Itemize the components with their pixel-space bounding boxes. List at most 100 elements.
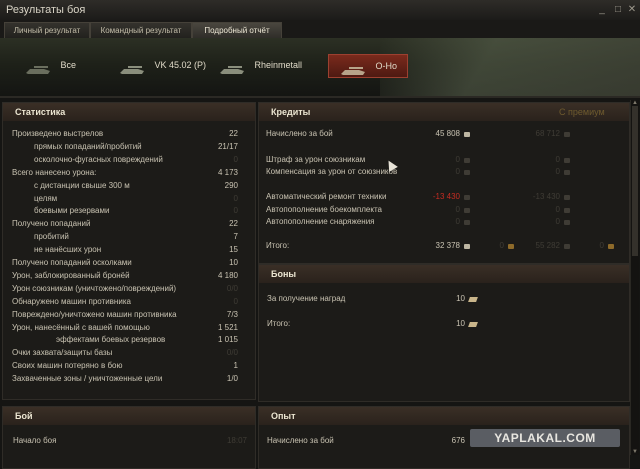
battle-title: Бой [3,407,255,425]
battle-panel: Бой Начало боя 18:07 [2,406,256,469]
premium-column-header: С премиум [559,107,605,117]
credit-total-value: 32 378 [435,241,460,250]
stat-value: 0 [233,193,238,203]
stat-value: 1 521 [217,322,238,332]
stat-value: 4 180 [217,270,238,280]
credits-icon [464,244,470,249]
credits-icon [464,208,470,213]
stat-label: эффектами боевых резервов [56,335,166,345]
credits-icon [464,158,470,163]
credits-title: Кредиты С премиум [259,103,629,121]
stat-row: Произведено выстрелов 22 [12,128,238,140]
stat-value: 0 [233,206,238,216]
stat-value: 21/17 [217,141,238,151]
stat-label: Урон, нанесённый с вашей помощью [12,322,150,332]
credits-icon [564,132,570,137]
watermark: YAPLAKAL.COM [470,429,620,447]
credit-label: Автопополнение боекомплекта [266,205,382,214]
stat-row: прямых попаданий/пробитий 21/17 [34,141,238,153]
bonds-title: Боны [259,265,629,283]
stat-value: 1 [233,361,238,371]
window-title: Результаты боя [6,4,86,16]
stat-row: Обнаружено машин противника 0 [12,296,238,308]
close-icon[interactable]: ✕ [626,4,638,15]
stat-label: пробитий [34,232,69,242]
credits-icon [564,170,570,175]
stat-label: Получено попаданий осколками [12,258,132,267]
stat-row: осколочно-фугасных повреждений 0 [34,154,238,166]
credits-icon [464,195,470,200]
credit-row: Начислено за бой 45 808 68 712 [266,128,626,140]
credits-icon [508,244,514,249]
credit-row: Штраф за урон союзникам 0 0 [266,154,626,166]
stat-row: Получено попаданий 22 [12,218,238,230]
tank-icon [24,61,52,74]
credit-value: 0 [455,217,460,226]
credit-label: Автопополнение снаряжения [266,217,375,226]
credit-total-gold: 0 [499,241,504,250]
stat-value: 1/0 [226,374,238,384]
stat-label: Повреждено/уничтожено машин противника [12,309,177,319]
tank-icon [118,61,146,74]
stat-row: Всего нанесено урона: 4 173 [12,167,238,179]
minimize-icon[interactable]: _ [596,4,608,15]
credit-premium-value: 68 712 [535,129,560,138]
stat-label: прямых попаданий/пробитий [34,141,142,151]
stat-value: 290 [224,180,238,190]
vehicle-tab-o-ho[interactable]: O-Ho [328,54,409,78]
experience-earned-row: Начислено за бой 676 ★ [267,435,477,447]
stat-value: 22 [229,219,238,229]
credit-row: Автопополнение снаряжения 0 0 [266,216,626,228]
credits-icon [564,158,570,163]
tab-personal-result[interactable]: Личный результат [4,22,90,38]
credits-icon [464,220,470,225]
stat-row: Получено попаданий осколками 10 [12,257,238,269]
stat-row: пробитий 7 [34,231,238,243]
credit-row: Компенсация за урон от союзников 0 0 [266,166,626,178]
stat-label: не нанёсших урон [34,245,102,255]
credits-icon [564,195,570,200]
stat-value: 0 [233,154,238,164]
credit-premium-value: 0 [555,155,560,164]
stat-row: Захваченные зоны / уничтоженные цели 1/0 [12,373,238,385]
credits-icon [464,170,470,175]
credit-total-premium-gold: 0 [599,241,604,250]
credit-total-row: Итого: 32 378 0 55 282 0 [266,240,626,252]
credits-icon [608,244,614,249]
stat-value: 0 [233,296,238,306]
vehicle-tab-vk4502p[interactable]: VK 45.02 (P) [118,54,206,76]
credits-icon [564,220,570,225]
experience-title: Опыт [259,407,629,425]
credit-label: Компенсация за урон от союзников [266,167,398,176]
stat-row: Своих машин потеряно в бою 1 [12,360,238,372]
stat-row: Урон союзникам (уничтожено/повреждений) 0… [12,283,238,295]
background-image [380,38,640,96]
stat-value: 4 173 [217,167,238,177]
scrollbar-thumb[interactable] [632,106,638,256]
scroll-down-icon[interactable]: ▼ [631,449,639,455]
stat-row: целям 0 [34,193,238,205]
credits-icon [564,208,570,213]
vehicle-tab-all[interactable]: Все [24,54,76,76]
credit-total-label: Итого: [266,241,290,250]
bonds-panel: Боны За получение наград 10 Итого: 10 [258,264,630,402]
vehicle-tab-rheinmetall[interactable]: Rheinmetall [218,54,302,76]
tab-team-result[interactable]: Командный результат [90,22,192,38]
credit-value: -13 430 [432,192,460,201]
credit-value: 45 808 [435,129,460,138]
credit-value: 0 [455,155,460,164]
restore-icon[interactable]: □ [612,4,624,15]
stat-label: Обнаружено машин противника [12,296,131,306]
bonds-icon [468,322,478,327]
battle-start-row: Начало боя 18:07 [13,436,247,445]
stat-label: Произведено выстрелов [12,129,104,138]
tab-detailed-report[interactable]: Подробный отчёт [192,22,282,38]
bonds-awards-row: За получение наград 10 [267,293,478,305]
window-titlebar: Результаты боя _ □ ✕ [0,0,640,21]
credits-icon [564,244,570,249]
scrollbar[interactable]: ▲ ▼ [630,100,639,455]
stat-value: 22 [229,129,238,138]
credit-premium-value: 0 [555,217,560,226]
stat-label: Очки захвата/защиты базы [12,348,113,358]
stat-label: Захваченные зоны / уничтоженные цели [12,374,163,384]
